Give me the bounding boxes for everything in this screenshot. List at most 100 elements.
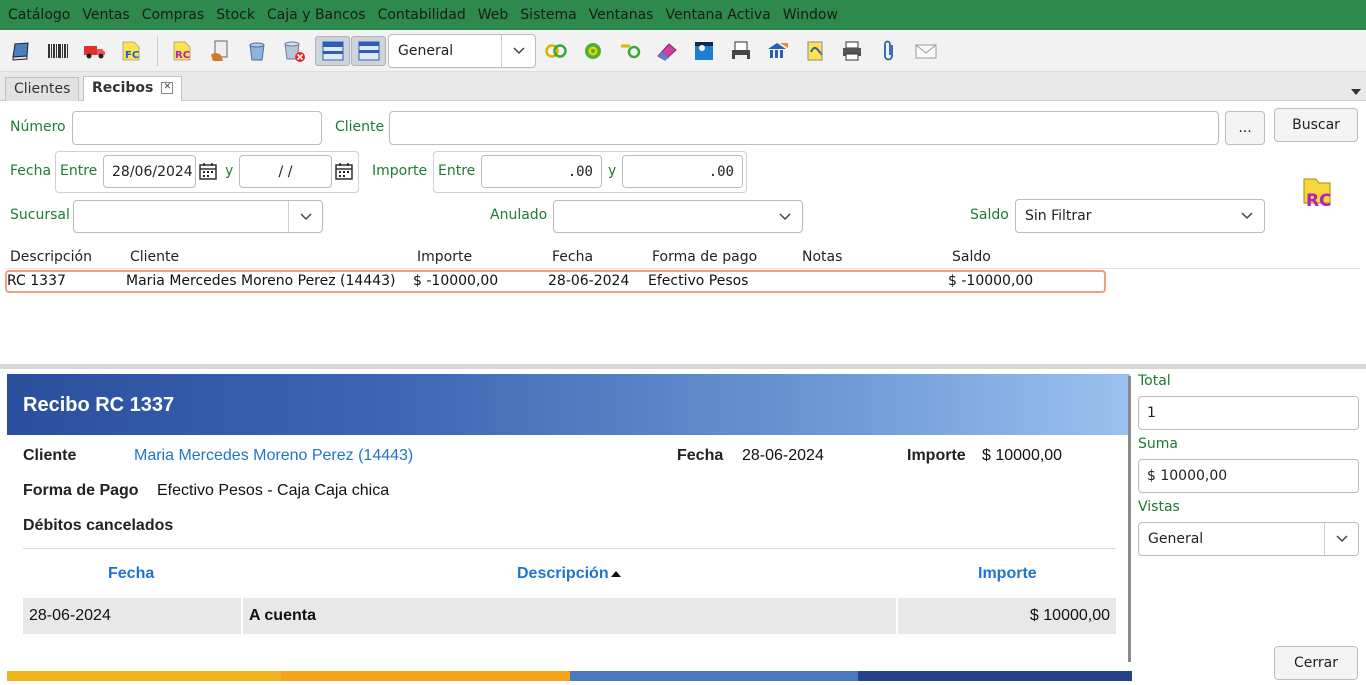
suma-label: Suma: [1138, 436, 1178, 452]
anulado-label: Anulado: [490, 207, 548, 223]
sucursal-select[interactable]: [73, 200, 323, 233]
footer-color-bar: [570, 671, 858, 681]
bucket-icon[interactable]: [241, 36, 273, 66]
menu-catalogo[interactable]: Catálogo: [2, 0, 76, 30]
receipt-forma-value: Efectivo Pesos - Caja Caja chica: [157, 482, 390, 499]
mail-icon[interactable]: [910, 36, 942, 66]
barcode-icon[interactable]: [42, 36, 74, 66]
column-header-saldo[interactable]: Saldo: [952, 249, 991, 265]
bucket-delete-icon[interactable]: [278, 36, 310, 66]
column-header-cliente[interactable]: Cliente: [130, 249, 179, 265]
menu-stock[interactable]: Stock: [210, 0, 261, 30]
notepad-icon[interactable]: [799, 36, 831, 66]
layout-split-vertical-icon[interactable]: [351, 36, 386, 66]
rings-icon[interactable]: [540, 36, 572, 66]
fecha-desde-input[interactable]: 28/06/2024: [103, 155, 196, 188]
receipt-debitos-label: Débitos cancelados: [23, 517, 174, 534]
row-descripcion: RC 1337: [7, 273, 66, 289]
row-fecha: 28-06-2024: [548, 273, 630, 289]
calendar-icon[interactable]: [335, 162, 353, 180]
printer-document-icon[interactable]: [725, 36, 757, 66]
paperclip-icon[interactable]: [873, 36, 905, 66]
debitos-header-descripcion-label: Descripción: [517, 565, 609, 582]
cliente-browse-button[interactable]: ...: [1225, 111, 1265, 145]
bank-transfer-icon[interactable]: [762, 36, 794, 66]
importe-y-label: y: [608, 163, 617, 179]
debitos-header-descripcion[interactable]: Descripción: [517, 565, 621, 583]
numero-input[interactable]: [72, 111, 322, 145]
column-header-notas[interactable]: Notas: [802, 249, 842, 265]
book-icon[interactable]: [5, 36, 37, 66]
vistas-value: General: [1148, 531, 1204, 547]
importe-hasta-input[interactable]: .00: [622, 155, 743, 188]
invoice-fc-icon[interactable]: FC: [116, 36, 148, 66]
menu-ventana-activa[interactable]: Ventana Activa: [659, 0, 776, 30]
eraser-icon[interactable]: [651, 36, 683, 66]
calendar-icon[interactable]: [199, 162, 217, 180]
fecha-entre-label: Entre: [60, 163, 98, 179]
receipt-forma-label: Forma de Pago: [23, 482, 139, 499]
close-tab-icon[interactable]: ✕: [161, 82, 174, 94]
importe-desde-input[interactable]: .00: [481, 155, 602, 188]
menu-compras[interactable]: Compras: [136, 0, 211, 30]
column-header-forma-de-pago[interactable]: Forma de pago: [652, 249, 757, 265]
debitos-header-fecha[interactable]: Fecha: [108, 565, 154, 583]
document-hand-icon[interactable]: [204, 36, 236, 66]
svg-text:RC: RC: [175, 50, 190, 61]
receipt-importe-value: $ 10000,00: [982, 447, 1063, 464]
clapperboard-icon[interactable]: [688, 36, 720, 66]
menu-web[interactable]: Web: [472, 0, 515, 30]
chevron-down-icon[interactable]: [501, 35, 535, 67]
pane-splitter[interactable]: [0, 364, 1366, 369]
chevron-down-icon[interactable]: [1324, 523, 1358, 555]
anulado-select[interactable]: [553, 200, 803, 233]
menu-ventanas[interactable]: Ventanas: [583, 0, 660, 30]
column-header-descripcion[interactable]: Descripción: [10, 249, 92, 265]
menu-window[interactable]: Window: [777, 0, 844, 30]
receipt-importe-label: Importe: [907, 447, 966, 464]
debitos-row-fecha: 28-06-2024: [23, 598, 241, 634]
truck-icon[interactable]: [79, 36, 111, 66]
numero-label: Número: [10, 119, 66, 135]
column-header-fecha[interactable]: Fecha: [552, 249, 593, 265]
importe-entre-label: Entre: [438, 163, 476, 179]
total-field[interactable]: 1: [1138, 396, 1359, 430]
layout-split-horizontal-icon[interactable]: [315, 36, 350, 66]
menu-contabilidad[interactable]: Contabilidad: [372, 0, 472, 30]
tab-recibos[interactable]: Recibos ✕: [83, 76, 183, 101]
cerrar-button[interactable]: Cerrar: [1274, 646, 1358, 680]
menu-sistema[interactable]: Sistema: [514, 0, 582, 30]
tab-list-chevron-icon[interactable]: [1351, 84, 1361, 100]
debitos-header-importe[interactable]: Importe: [978, 565, 1037, 583]
receipt-fecha-label: Fecha: [677, 447, 724, 464]
cliente-input[interactable]: [389, 111, 1219, 145]
link-circle-icon[interactable]: [614, 36, 646, 66]
tab-clientes[interactable]: Clientes: [5, 77, 80, 101]
suma-field[interactable]: $ 10000,00: [1138, 459, 1359, 493]
fecha-y-label: y: [225, 163, 234, 179]
receipt-rc-icon[interactable]: RC: [167, 36, 199, 66]
view-selector[interactable]: General: [388, 34, 536, 68]
column-header-importe[interactable]: Importe: [417, 249, 472, 265]
vistas-select[interactable]: General: [1138, 522, 1359, 556]
svg-text:RC: RC: [1306, 191, 1332, 211]
printer-icon[interactable]: [836, 36, 868, 66]
chevron-down-icon[interactable]: [768, 201, 802, 232]
receipt-cliente-link[interactable]: Maria Mercedes Moreno Perez (14443): [134, 447, 413, 465]
saldo-select[interactable]: Sin Filtrar: [1015, 199, 1265, 233]
menu-bar: Catálogo Ventas Compras Stock Caja y Ban…: [0, 0, 1366, 30]
chevron-down-icon[interactable]: [1230, 200, 1264, 232]
toolbar: FC RC General: [0, 30, 1366, 72]
saldo-value: Sin Filtrar: [1025, 208, 1092, 224]
buscar-button[interactable]: Buscar: [1274, 108, 1358, 142]
menu-caja-y-bancos[interactable]: Caja y Bancos: [261, 0, 372, 30]
fecha-hasta-input[interactable]: / /: [239, 155, 332, 188]
view-selector-value: General: [398, 43, 454, 59]
row-importe: $ -10000,00: [413, 273, 499, 289]
menu-ventas[interactable]: Ventas: [76, 0, 135, 30]
target-icon[interactable]: [577, 36, 609, 66]
chevron-down-icon[interactable]: [288, 201, 322, 232]
receipt-scrollbar[interactable]: [1128, 376, 1131, 662]
sucursal-label: Sucursal: [10, 207, 70, 223]
footer-color-bar: [7, 671, 281, 681]
